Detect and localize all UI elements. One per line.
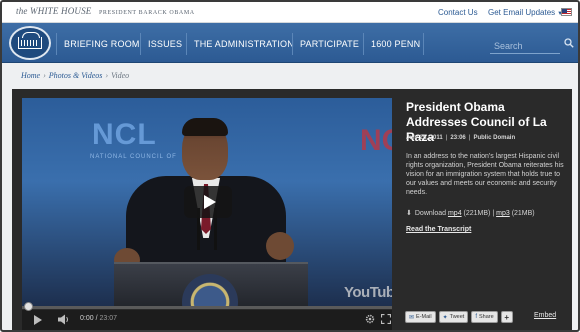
- nav-item-administration[interactable]: THE ADMINISTRATION: [194, 39, 294, 49]
- tweet-label: Tweet: [449, 314, 465, 320]
- nav-item-briefing-room[interactable]: BRIEFING ROOM: [64, 39, 140, 49]
- nav-divider: [292, 33, 293, 55]
- duration: 23:07: [99, 315, 117, 322]
- breadcrumb-separator: ›: [105, 71, 109, 80]
- video-license: Public Domain: [473, 135, 516, 141]
- breadcrumb-photos-videos-link[interactable]: Photos & Videos: [49, 71, 103, 80]
- video-panel: NCL NATIONAL COUNCIL OF NC YouTube 0:00 …: [12, 89, 572, 330]
- play-icon: [203, 195, 216, 209]
- logo-text: the WHITE HOUSE: [16, 6, 92, 16]
- player-controls: [22, 310, 392, 330]
- time-display: 0:00 / 23:07: [80, 315, 117, 322]
- email-updates-link[interactable]: Get Email Updates▼: [488, 8, 563, 17]
- video-time: 23:06: [450, 135, 466, 141]
- fullscreen-icon[interactable]: [381, 314, 391, 324]
- speaker-hand: [266, 232, 294, 260]
- breadcrumb-home-link[interactable]: Home: [21, 71, 40, 80]
- video-date: July 25, 2011: [406, 135, 443, 141]
- meta-separator: |: [468, 135, 471, 141]
- speaker-hair: [182, 118, 228, 136]
- youtube-watermark[interactable]: YouTube: [344, 284, 392, 301]
- mp3-size: (21MB): [511, 210, 535, 217]
- logo-subtext: PRESIDENT BARACK OBAMA: [98, 10, 195, 16]
- nav-divider: [186, 33, 187, 55]
- search-icon[interactable]: [564, 38, 574, 48]
- embed-link[interactable]: Embed: [534, 312, 556, 319]
- nav-item-participate[interactable]: PARTICIPATE: [300, 39, 359, 49]
- nav-item-issues[interactable]: ISSUES: [148, 39, 182, 49]
- meta-separator: |: [445, 135, 448, 141]
- settings-icon[interactable]: [365, 314, 375, 324]
- share-label: Share: [479, 314, 494, 320]
- download-links: ⬇ Download mp4 (221MB) | mp3 (21MB): [406, 210, 535, 217]
- tweet-button[interactable]: ✦ Tweet: [438, 311, 469, 323]
- share-buttons: ✉ E-Mail ✦ Tweet f Share +: [405, 311, 513, 323]
- white-house-building-icon: [18, 32, 42, 49]
- browser-frame: the WHITE HOUSE PRESIDENT BARACK OBAMA C…: [0, 0, 580, 332]
- white-house-logo[interactable]: the WHITE HOUSE PRESIDENT BARACK OBAMA: [16, 6, 195, 16]
- more-share-button[interactable]: +: [500, 311, 513, 323]
- volume-icon[interactable]: [58, 314, 70, 325]
- twitter-icon: ✦: [442, 314, 448, 321]
- download-mp3-link[interactable]: mp3: [496, 210, 510, 217]
- progress-scrubber[interactable]: [24, 302, 33, 311]
- main-nav: BRIEFING ROOM ISSUES THE ADMINISTRATION …: [2, 23, 578, 63]
- top-bar: the WHITE HOUSE PRESIDENT BARACK OBAMA C…: [2, 2, 578, 23]
- facebook-share-button[interactable]: f Share: [471, 311, 498, 323]
- download-icon: ⬇: [406, 210, 412, 217]
- backdrop-nc-text: NC: [360, 124, 392, 157]
- email-share-button[interactable]: ✉ E-Mail: [405, 311, 436, 323]
- breadcrumb-separator: ›: [43, 71, 46, 80]
- download-mp4-link[interactable]: mp4: [448, 210, 462, 217]
- progress-bar[interactable]: [22, 306, 392, 309]
- video-description: In an address to the nation's largest Hi…: [406, 153, 564, 196]
- email-share-label: E-Mail: [416, 314, 432, 320]
- envelope-icon: ✉: [409, 314, 415, 321]
- search-box: [490, 36, 560, 54]
- read-transcript-link[interactable]: Read the Transcript: [406, 226, 471, 233]
- search-input[interactable]: [490, 38, 556, 54]
- video-player[interactable]: NCL NATIONAL COUNCIL OF NC YouTube: [22, 98, 392, 306]
- nav-divider: [363, 33, 364, 55]
- breadcrumb: Home › Photos & Videos › Video: [21, 71, 129, 80]
- contact-us-link[interactable]: Contact Us: [438, 8, 478, 17]
- white-house-seal-icon[interactable]: [9, 26, 51, 60]
- us-flag-icon[interactable]: [561, 8, 572, 16]
- current-time: 0:00: [80, 315, 94, 322]
- nav-divider: [140, 33, 141, 55]
- backdrop-subtext: NATIONAL COUNCIL OF: [90, 154, 177, 160]
- play-button-overlay[interactable]: [184, 186, 232, 218]
- nav-divider: [423, 33, 424, 55]
- nav-divider: [56, 33, 57, 55]
- download-label: Download: [414, 210, 447, 217]
- play-icon[interactable]: [34, 315, 42, 325]
- video-meta: July 25, 2011 | 23:06 | Public Domain: [406, 135, 515, 141]
- plus-icon: +: [504, 312, 510, 322]
- backdrop-ncl-text: NCL: [92, 118, 157, 151]
- nav-item-1600-penn[interactable]: 1600 PENN: [371, 39, 420, 49]
- mp4-size: (221MB): [463, 210, 491, 217]
- email-updates-label: Get Email Updates: [488, 8, 556, 17]
- breadcrumb-current: Video: [111, 71, 130, 80]
- facebook-icon: f: [475, 314, 478, 320]
